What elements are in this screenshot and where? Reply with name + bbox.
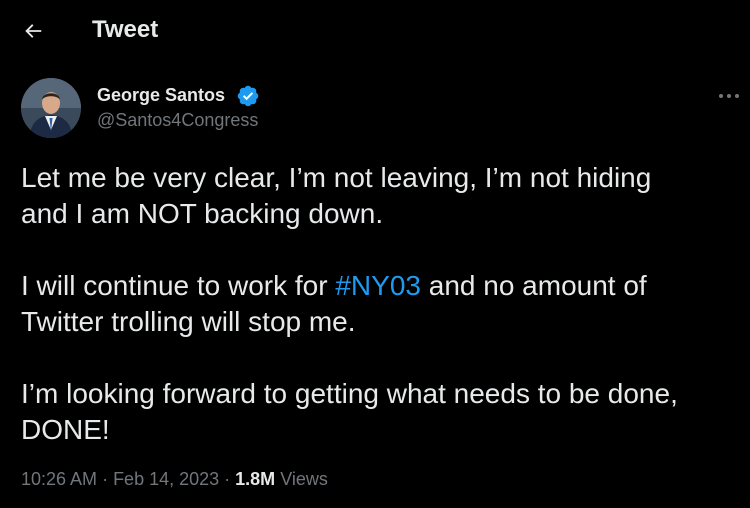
avatar-image [21, 78, 81, 138]
more-dot-icon [727, 94, 731, 98]
meta-separator: · [219, 469, 236, 489]
hashtag-link[interactable]: #NY03 [335, 270, 421, 301]
views-count[interactable]: 1.8M [235, 469, 275, 489]
verified-badge-icon [237, 85, 259, 107]
tweet-text-segment: I will continue to work for [21, 270, 336, 301]
tweet-text: Let me be very clear, I’m not leaving, I… [21, 160, 736, 448]
tweet-date[interactable]: Feb 14, 2023 [113, 469, 219, 489]
author-name[interactable]: George Santos [97, 84, 225, 106]
more-dot-icon [719, 94, 723, 98]
tweet-time[interactable]: 10:26 AM [21, 469, 97, 489]
header: Tweet [0, 0, 750, 60]
views-label: Views [275, 469, 328, 489]
back-button[interactable] [12, 11, 52, 51]
page-title: Tweet [92, 16, 159, 43]
tweet-paragraph-2: I will continue to work for #NY03 and no… [21, 268, 736, 340]
meta-separator: · [97, 469, 114, 489]
more-options-button[interactable] [712, 82, 746, 110]
author-handle[interactable]: @Santos4Congress [97, 109, 258, 131]
arrow-left-icon [25, 24, 42, 38]
tweet-metadata: 10:26 AM · Feb 14, 2023 · 1.8M Views [21, 468, 328, 490]
avatar[interactable] [21, 78, 81, 138]
more-dot-icon [735, 94, 739, 98]
tweet-paragraph-3: I’m looking forward to getting what need… [21, 378, 678, 445]
tweet-paragraph-1: Let me be very clear, I’m not leaving, I… [21, 162, 652, 229]
